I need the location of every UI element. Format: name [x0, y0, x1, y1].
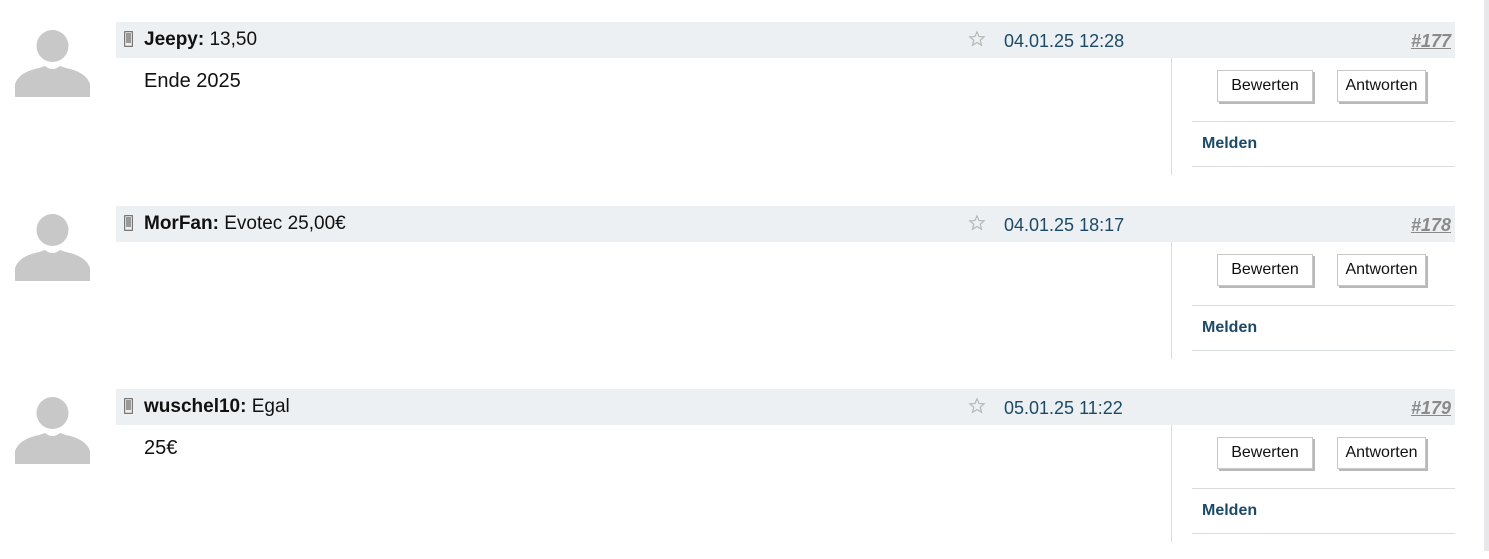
post-date: 04.01.25 18:17 — [1004, 215, 1125, 235]
divider — [1192, 488, 1455, 489]
default-user-avatar-icon — [15, 389, 90, 464]
post-title: Evotec 25,00€ — [224, 213, 346, 234]
post-title: Egal — [251, 396, 290, 417]
post-number-link[interactable]: #177 — [1411, 30, 1451, 52]
post-header: MorFan: Evotec 25,00€ 04.01.25 18:17 #17… — [116, 206, 1455, 242]
post-title: 13,50 — [209, 29, 258, 50]
avatar[interactable] — [15, 389, 90, 464]
forum-post: MorFan: Evotec 25,00€ 04.01.25 18:17 #17… — [0, 206, 1460, 376]
divider — [1192, 305, 1455, 306]
mobile-phone-icon — [124, 31, 133, 47]
post-number-link[interactable]: #178 — [1411, 214, 1451, 236]
post-body: 25€ — [144, 437, 178, 459]
post-author-line: wuschel10: Egal — [144, 396, 290, 418]
report-link[interactable]: Melden — [1202, 318, 1257, 338]
forum-post: Jeepy: 13,50 04.01.25 12:28 #177 Ende 20… — [0, 22, 1460, 192]
page-scroll-edge — [1484, 0, 1489, 551]
post-date: 05.01.25 11:22 — [1004, 398, 1123, 418]
author-name[interactable]: wuschel10: — [144, 396, 246, 417]
divider — [1192, 166, 1455, 167]
divider — [1192, 533, 1455, 534]
star-outline-icon[interactable] — [968, 30, 986, 48]
post-body: Ende 2025 — [144, 70, 241, 92]
star-outline-icon[interactable] — [968, 214, 986, 232]
post-header: Jeepy: 13,50 04.01.25 12:28 #177 — [116, 22, 1455, 58]
author-name[interactable]: Jeepy: — [144, 29, 204, 50]
star-outline-icon[interactable] — [968, 397, 986, 415]
author-name[interactable]: MorFan: — [144, 213, 219, 234]
divider — [1171, 425, 1172, 542]
avatar[interactable] — [15, 22, 90, 97]
rate-button[interactable]: Bewerten — [1217, 70, 1313, 102]
mobile-phone-icon — [124, 215, 133, 231]
divider — [1192, 121, 1455, 122]
default-user-avatar-icon — [15, 206, 90, 281]
reply-button[interactable]: Antworten — [1337, 70, 1426, 102]
report-link[interactable]: Melden — [1202, 134, 1257, 154]
divider — [1192, 350, 1455, 351]
rate-button[interactable]: Bewerten — [1217, 437, 1313, 469]
divider — [1171, 242, 1172, 359]
default-user-avatar-icon — [15, 22, 90, 97]
avatar[interactable] — [15, 206, 90, 281]
reply-button[interactable]: Antworten — [1337, 437, 1426, 469]
post-author-line: MorFan: Evotec 25,00€ — [144, 213, 346, 235]
forum-post: wuschel10: Egal 05.01.25 11:22 #179 25€ … — [0, 389, 1460, 559]
post-number-link[interactable]: #179 — [1411, 397, 1451, 419]
rate-button[interactable]: Bewerten — [1217, 254, 1313, 286]
reply-button[interactable]: Antworten — [1337, 254, 1426, 286]
mobile-phone-icon — [124, 398, 133, 414]
post-date: 04.01.25 12:28 — [1004, 31, 1125, 51]
post-author-line: Jeepy: 13,50 — [144, 29, 257, 51]
divider — [1171, 58, 1172, 175]
post-header: wuschel10: Egal 05.01.25 11:22 #179 — [116, 389, 1455, 425]
report-link[interactable]: Melden — [1202, 501, 1257, 521]
